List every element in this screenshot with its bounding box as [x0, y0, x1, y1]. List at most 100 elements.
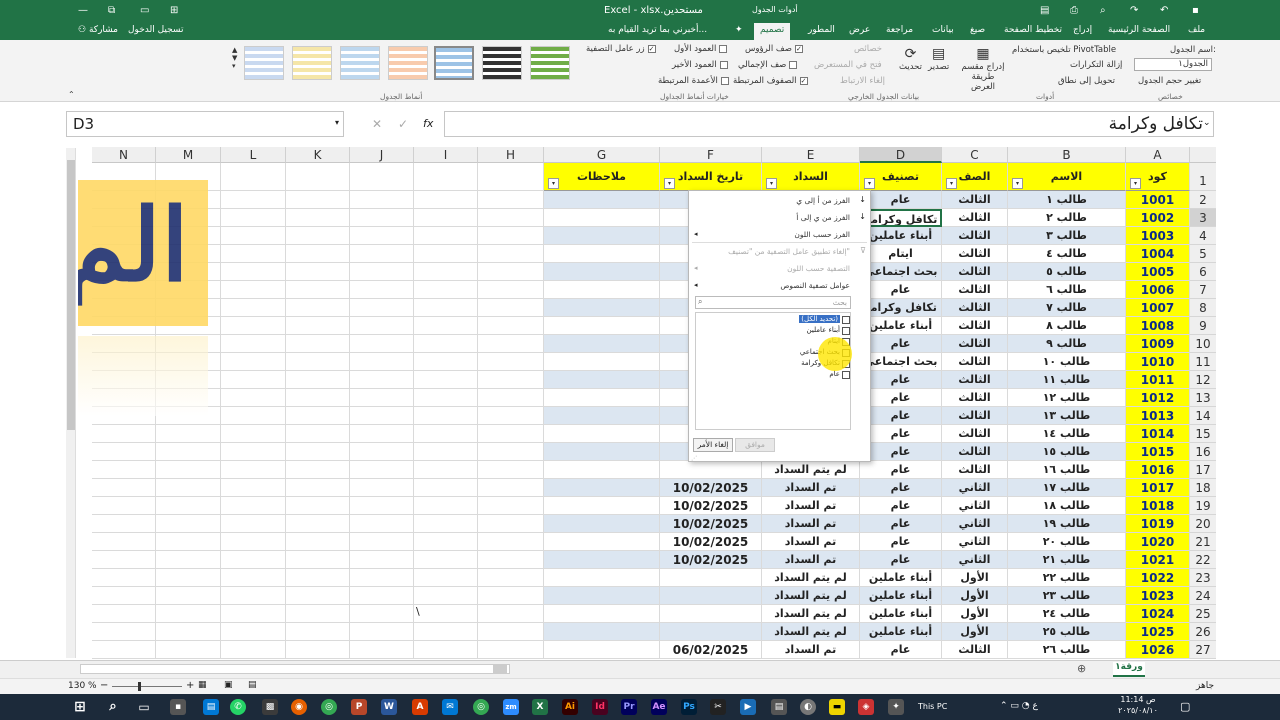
table-cell[interactable]: عام — [860, 407, 942, 425]
table-cell[interactable]: عام — [860, 641, 942, 659]
table-cell[interactable]: تم السداد — [762, 515, 860, 533]
empty-cell[interactable] — [92, 443, 156, 461]
column-header[interactable]: G — [544, 147, 660, 163]
table-cell[interactable]: عام — [860, 515, 942, 533]
empty-cell[interactable] — [414, 227, 478, 245]
ok-button[interactable]: موافق — [735, 438, 775, 452]
table-cell[interactable]: طالب ١ — [1008, 191, 1126, 209]
empty-cell[interactable] — [92, 569, 156, 587]
empty-cell[interactable] — [414, 317, 478, 335]
table-cell[interactable]: 1006 — [1126, 281, 1190, 299]
table-cell[interactable]: الثالث — [942, 371, 1008, 389]
empty-cell[interactable] — [221, 533, 286, 551]
empty-cell[interactable] — [221, 353, 286, 371]
column-header[interactable]: M — [156, 147, 221, 163]
filter-option[interactable]: عام — [829, 370, 840, 378]
row-header[interactable]: 20 — [1190, 515, 1216, 533]
table-cell[interactable]: الثالث — [942, 317, 1008, 335]
table-cell[interactable]: 1014 — [1126, 425, 1190, 443]
table-cell[interactable] — [544, 623, 660, 641]
row-header[interactable]: 10 — [1190, 335, 1216, 353]
row-header[interactable]: 9 — [1190, 317, 1216, 335]
empty-cell[interactable] — [286, 407, 350, 425]
app-icon[interactable]: ▤ — [203, 699, 219, 715]
table-cell[interactable]: عام — [860, 461, 942, 479]
empty-cell[interactable] — [286, 479, 350, 497]
table-cell[interactable]: تم السداد — [762, 641, 860, 659]
empty-cell[interactable] — [414, 551, 478, 569]
tray-icons[interactable]: ⌃ ▭ ◔ ع — [1000, 701, 1038, 711]
empty-cell[interactable] — [478, 317, 544, 335]
table-cell[interactable]: طالب ١٩ — [1008, 515, 1126, 533]
app-icon[interactable]: ✦ — [888, 699, 904, 715]
chrome-icon[interactable]: ◎ — [321, 699, 337, 715]
redo-icon[interactable]: ↷ — [1130, 5, 1138, 16]
firefox-icon[interactable]: ◉ — [291, 699, 307, 715]
table-cell[interactable]: طالب ١٢ — [1008, 389, 1126, 407]
empty-cell[interactable] — [350, 227, 414, 245]
function-icon[interactable]: fx — [423, 117, 433, 130]
tab-design[interactable]: تصميم — [754, 23, 791, 40]
zoom-thumb[interactable] — [138, 682, 141, 691]
access-icon[interactable]: A — [412, 699, 428, 715]
table-cell[interactable] — [544, 551, 660, 569]
table-cell[interactable]: الثالث — [942, 335, 1008, 353]
empty-cell[interactable] — [286, 389, 350, 407]
premiere-icon[interactable]: Pr — [621, 699, 637, 715]
empty-cell[interactable] — [414, 605, 478, 623]
table-cell[interactable] — [544, 479, 660, 497]
empty-cell[interactable] — [156, 623, 221, 641]
empty-cell[interactable] — [286, 163, 350, 191]
ribbon-display-icon[interactable]: ▭ — [140, 5, 149, 16]
table-cell[interactable]: الثاني — [942, 515, 1008, 533]
empty-cell[interactable] — [350, 443, 414, 461]
zoom-level[interactable]: 130 % — [68, 681, 97, 691]
empty-cell[interactable] — [350, 533, 414, 551]
app-icon[interactable]: ▬ — [829, 699, 845, 715]
empty-cell[interactable] — [414, 389, 478, 407]
table-cell[interactable]: 1013 — [1126, 407, 1190, 425]
table-cell[interactable]: الثالث — [942, 389, 1008, 407]
column-header[interactable]: N — [92, 147, 156, 163]
chevron-down-icon[interactable]: ▾ — [335, 118, 339, 127]
table-cell[interactable]: 1025 — [1126, 623, 1190, 641]
empty-cell[interactable] — [92, 461, 156, 479]
empty-cell[interactable] — [478, 353, 544, 371]
resize-grip-icon[interactable]: ⋰ — [691, 455, 697, 462]
empty-cell[interactable] — [221, 479, 286, 497]
empty-cell[interactable] — [221, 263, 286, 281]
filter-dropdown-icon[interactable]: ▾ — [766, 178, 777, 189]
table-cell[interactable] — [660, 623, 762, 641]
table-cell[interactable]: الثالث — [942, 191, 1008, 209]
zoom-slider[interactable] — [112, 682, 182, 691]
this-pc-label[interactable]: This PC — [918, 702, 947, 711]
empty-cell[interactable] — [350, 209, 414, 227]
empty-cell[interactable] — [478, 227, 544, 245]
row-header[interactable]: 14 — [1190, 407, 1216, 425]
excel-icon[interactable]: X — [532, 699, 548, 715]
convert-range-button[interactable]: تحويل إلى نطاق — [1058, 76, 1115, 86]
table-cell[interactable]: الثالث — [942, 461, 1008, 479]
table-cell[interactable]: تكافل وكرامة — [860, 299, 942, 317]
sheet-tab[interactable]: ورقة١ — [1113, 662, 1145, 677]
table-style-swatch[interactable] — [482, 46, 522, 80]
table-cell[interactable]: لم يتم السداد — [762, 605, 860, 623]
row-header[interactable]: 4 — [1190, 227, 1216, 245]
whatsapp-icon[interactable]: ✆ — [230, 699, 246, 715]
collapse-ribbon-icon[interactable]: ⌃ — [68, 90, 75, 99]
table-cell[interactable]: 10/02/2025 — [660, 551, 762, 569]
empty-cell[interactable] — [478, 587, 544, 605]
preview-icon[interactable]: ⌕ — [1100, 5, 1106, 16]
empty-cell[interactable] — [221, 461, 286, 479]
table-cell[interactable]: عام — [860, 335, 942, 353]
empty-cell[interactable] — [286, 443, 350, 461]
empty-cell[interactable] — [221, 515, 286, 533]
table-cell[interactable]: لم يتم السداد — [762, 461, 860, 479]
zoom-out-icon[interactable]: − — [100, 680, 108, 691]
empty-cell[interactable] — [156, 587, 221, 605]
empty-cell[interactable] — [286, 353, 350, 371]
empty-cell[interactable] — [350, 605, 414, 623]
refresh-button[interactable]: ⟳ تحديث — [899, 46, 922, 72]
tab-review[interactable]: مراجعة — [886, 25, 913, 35]
empty-cell[interactable] — [478, 163, 544, 191]
